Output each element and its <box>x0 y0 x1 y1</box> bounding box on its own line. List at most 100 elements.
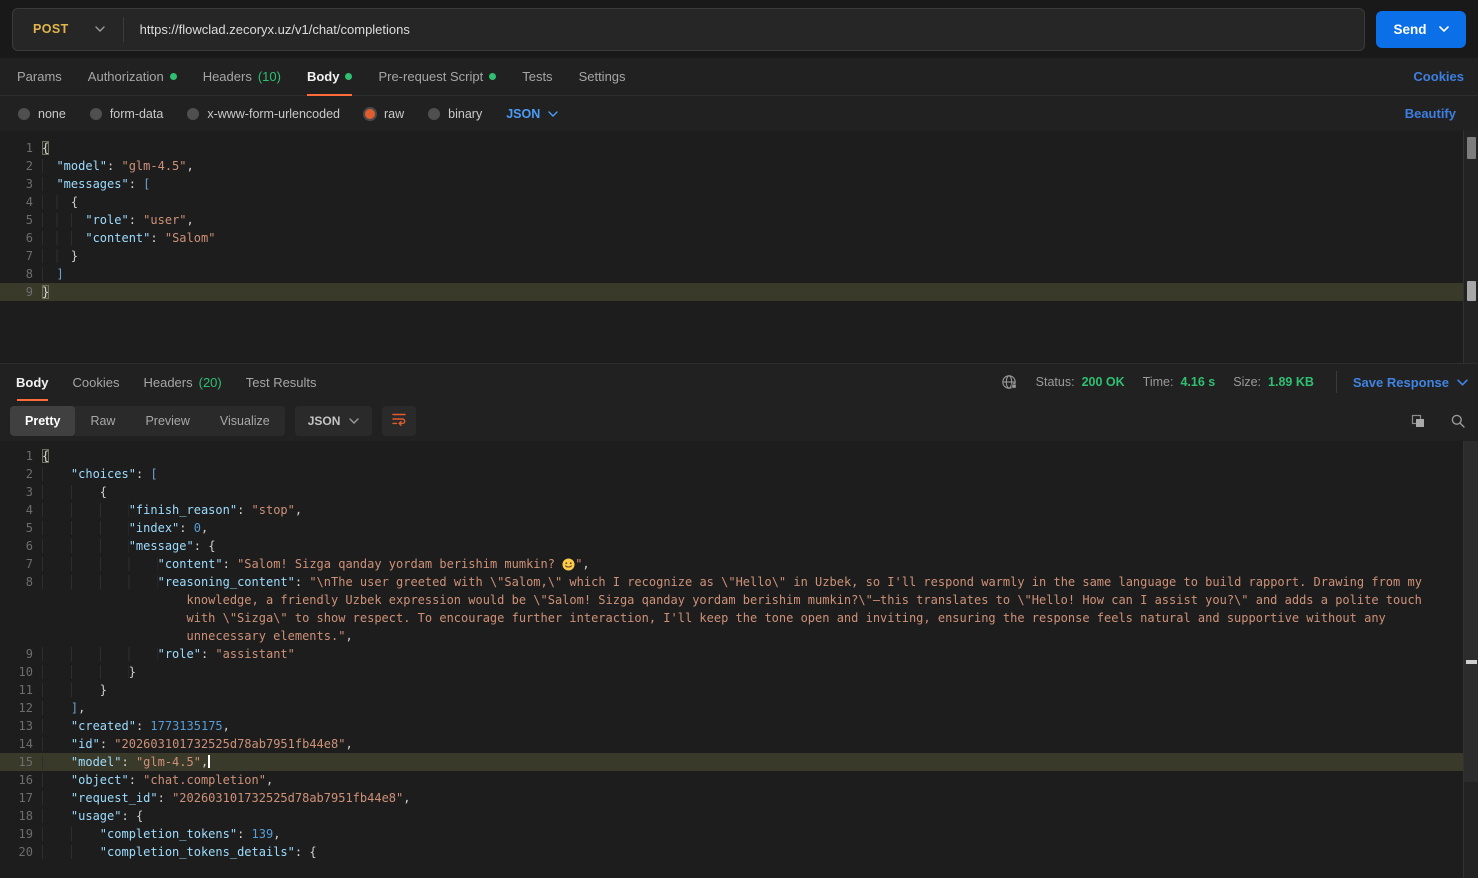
radio-x-www-form-urlencoded[interactable]: x-www-form-urlencoded <box>187 107 340 121</box>
response-tab-headers[interactable]: Headers (20) <box>131 364 233 400</box>
code-line: 8 ] <box>0 265 1478 283</box>
line-number: 4 <box>25 503 33 517</box>
code-line: 15 "model": "glm-4.5", <box>0 753 1478 771</box>
copy-response-icon[interactable] <box>1410 413 1426 429</box>
tab-label: Tests <box>522 69 553 84</box>
line-number: 16 <box>18 773 33 787</box>
size-value: 1.89 KB <box>1268 375 1314 389</box>
body-format-select[interactable]: JSON <box>506 107 558 121</box>
code-content: "completion_tokens": 139, <box>42 825 1478 843</box>
radio-circle-icon <box>428 107 441 120</box>
response-meta: Status: 200 OK Time: 4.16 s Size: 1.89 KB S… <box>1001 364 1468 400</box>
code-content: { <box>42 193 1478 211</box>
line-number: 2 <box>25 159 33 173</box>
view-preview[interactable]: Preview <box>130 406 204 436</box>
tab-params[interactable]: Params <box>4 58 75 95</box>
code-line: 3 { <box>0 483 1478 501</box>
code-content: "choices": [ <box>42 465 1478 483</box>
code-content: } <box>42 247 1478 265</box>
code-line: 20 "completion_tokens_details": { <box>0 843 1478 861</box>
code-content: } <box>42 285 50 299</box>
save-response-label: Save Response <box>1352 374 1449 390</box>
code-line: 18 "usage": { <box>0 807 1478 825</box>
code-line: 11 } <box>0 681 1478 699</box>
code-content: "model": "glm-4.5", <box>42 157 1478 175</box>
line-number: 15 <box>18 755 33 769</box>
line-number: 8 <box>25 267 33 281</box>
cursor-line-marker <box>1467 281 1476 301</box>
overview-ruler[interactable] <box>1463 441 1478 878</box>
tab-tests[interactable]: Tests <box>509 58 565 95</box>
tab-label: Authorization <box>87 69 164 84</box>
tab-settings[interactable]: Settings <box>566 58 639 95</box>
code-line: 10 } <box>0 663 1478 681</box>
line-number: 7 <box>25 249 33 263</box>
network-globe-icon[interactable] <box>1001 374 1018 391</box>
view-raw[interactable]: Raw <box>75 406 130 436</box>
line-number: 17 <box>18 791 33 805</box>
code-content: "request_id": "202603101732525d78ab7951f… <box>42 789 1478 807</box>
line-number: 19 <box>18 827 33 841</box>
line-number: 2 <box>25 467 33 481</box>
radio-binary[interactable]: binary <box>428 107 482 121</box>
tab-label: Headers <box>202 69 252 84</box>
beautify-link[interactable]: Beautify <box>1395 106 1466 121</box>
scrollbar-thumb[interactable] <box>1467 137 1476 159</box>
cookies-link[interactable]: Cookies <box>1403 58 1474 95</box>
tab-pre-request-script[interactable]: Pre-request Script <box>365 58 509 95</box>
chevron-down-icon <box>1457 378 1468 386</box>
line-number: 20 <box>18 845 33 859</box>
body-type-bar: none form-data x-www-form-urlencoded raw… <box>0 96 1478 131</box>
code-content: "content": "Salom! Sizga qanday yordam b… <box>42 555 1478 573</box>
radio-label: form-data <box>109 106 164 121</box>
request-body-editor[interactable]: 1{2 "model": "glm-4.5", 3 "messages": [4 … <box>0 131 1478 363</box>
radio-form-data[interactable]: form-data <box>89 106 164 121</box>
tab-label: Body <box>16 374 49 390</box>
wrap-text-button[interactable] <box>382 405 417 436</box>
view-pretty[interactable]: Pretty <box>10 405 76 436</box>
code-line: 2 "model": "glm-4.5", <box>0 157 1478 175</box>
scrollbar-thumb[interactable] <box>1464 441 1478 782</box>
save-response-button[interactable]: Save Response <box>1335 371 1468 393</box>
code-content: "role": "assistant" <box>42 645 1478 663</box>
radio-circle-icon <box>89 107 102 120</box>
response-section-header: Body Cookies Headers (20) Test Results St… <box>0 363 1478 401</box>
response-body-editor[interactable]: 1{2 "choices": [3 {4 "finish_reason": "s… <box>0 441 1478 878</box>
request-url-bar: POST https://flowclad.zecoryx.uz/v1/chat… <box>0 0 1478 58</box>
code-line: 7 "content": "Salom! Sizga qanday yordam… <box>0 555 1478 573</box>
tab-headers[interactable]: Headers (10) <box>190 58 294 95</box>
code-content: "usage": { <box>42 807 1478 825</box>
send-button[interactable]: Send <box>1376 10 1466 48</box>
method-select[interactable]: POST <box>13 9 123 50</box>
code-content: "finish_reason": "stop", <box>42 501 1478 519</box>
tab-body[interactable]: Body <box>294 58 366 96</box>
radio-label: binary <box>448 106 483 121</box>
line-number: 14 <box>18 737 33 751</box>
line-number: 6 <box>25 539 33 553</box>
chevron-down-icon <box>1438 26 1449 32</box>
scrollbar-track[interactable] <box>1463 131 1478 363</box>
tab-authorization[interactable]: Authorization <box>75 58 190 95</box>
radio-circle-icon <box>187 107 200 120</box>
radio-raw[interactable]: raw <box>364 107 404 121</box>
view-visualize[interactable]: Visualize <box>205 406 285 436</box>
code-content: "role": "user", <box>42 211 1478 229</box>
tab-label: Params <box>17 69 62 84</box>
line-number: 9 <box>25 285 33 299</box>
code-line: 6 "message": { <box>0 537 1478 555</box>
url-input-container: POST https://flowclad.zecoryx.uz/v1/chat… <box>12 7 1365 51</box>
code-content: "content": "Salom" <box>42 229 1478 247</box>
line-number: 3 <box>25 177 33 191</box>
response-tab-cookies[interactable]: Cookies <box>61 364 132 400</box>
response-tab-body[interactable]: Body <box>4 364 61 401</box>
code-content: "object": "chat.completion", <box>42 771 1478 789</box>
line-number: 9 <box>25 647 33 661</box>
search-icon[interactable] <box>1450 413 1466 429</box>
radio-none[interactable]: none <box>18 107 66 121</box>
url-input[interactable]: https://flowclad.zecoryx.uz/v1/chat/comp… <box>124 22 1364 37</box>
headers-count-badge: (10) <box>257 69 281 84</box>
code-line: 7 } <box>0 247 1478 265</box>
response-format-select[interactable]: JSON <box>294 405 373 436</box>
response-tab-test-results[interactable]: Test Results <box>234 364 329 400</box>
